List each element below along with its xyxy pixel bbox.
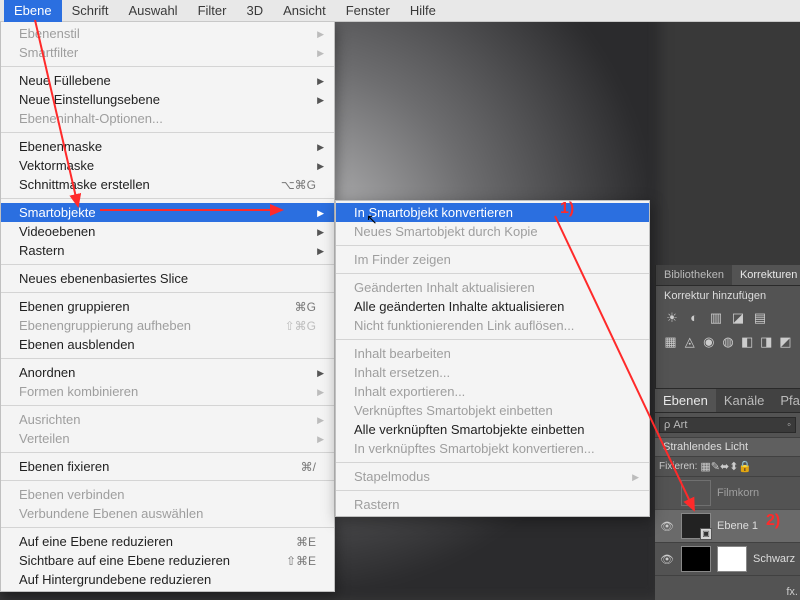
- menu-item: Ausrichten: [1, 410, 334, 429]
- submenu-item: Stapelmodus: [336, 467, 649, 486]
- annotation-2: 2): [766, 512, 780, 530]
- lock-icon[interactable]: ▦: [700, 461, 710, 473]
- menu-item: Ebeneninhalt-Optionen...: [1, 109, 334, 128]
- menu-item[interactable]: Videoebenen: [1, 222, 334, 241]
- submenu-item: Inhalt bearbeiten: [336, 344, 649, 363]
- adjustment-icon[interactable]: ▦: [664, 334, 677, 350]
- adjustment-icon[interactable]: ◍: [721, 334, 734, 350]
- layer-name: Filmkorn: [717, 487, 759, 499]
- smartobject-badge: ▣: [700, 528, 712, 540]
- menu-item: Ebenengruppierung aufheben⇧⌘G: [1, 316, 334, 335]
- mouse-cursor: ↖: [366, 211, 378, 228]
- layer-filter-label: Art: [673, 419, 687, 431]
- tab-ebenen[interactable]: Ebenen: [655, 389, 716, 412]
- layer-filter[interactable]: ρ Art ◦: [659, 417, 796, 433]
- adjustment-icon[interactable]: ◧: [741, 334, 754, 350]
- menu-item[interactable]: Ebenenmaske: [1, 137, 334, 156]
- submenu-item: Im Finder zeigen: [336, 250, 649, 269]
- menu-ebene-dropdown: EbenenstilSmartfilter Neue FüllebeneNeue …: [0, 22, 335, 592]
- layer-name: Schwarz: [753, 553, 795, 565]
- adjustment-icon[interactable]: ◩: [779, 334, 792, 350]
- menu-item[interactable]: Rastern: [1, 241, 334, 260]
- menu-ebene[interactable]: Ebene: [4, 0, 62, 22]
- menu-item[interactable]: Schnittmaske erstellen⌥⌘G: [1, 175, 334, 194]
- adjustment-icon[interactable]: ◨: [760, 334, 773, 350]
- layer-fx-icon[interactable]: fx.: [786, 586, 798, 598]
- layer-thumbnail: [681, 480, 711, 506]
- menubar: EbeneSchriftAuswahlFilter3DAnsichtFenste…: [0, 0, 800, 22]
- submenu-item: Neues Smartobjekt durch Kopie: [336, 222, 649, 241]
- menu-item[interactable]: Ebenen gruppieren⌘G: [1, 297, 334, 316]
- layer-row-hidden[interactable]: Filmkorn: [655, 477, 800, 510]
- menu-item[interactable]: Sichtbare auf eine Ebene reduzieren⇧⌘E: [1, 551, 334, 570]
- layer-mask-thumbnail: [717, 546, 747, 572]
- adjustment-icon[interactable]: ◪: [730, 310, 746, 326]
- layer-name: Ebene 1: [717, 520, 758, 532]
- submenu-item: Rastern: [336, 495, 649, 514]
- menu-item: Verbundene Ebenen auswählen: [1, 504, 334, 523]
- menu-item: Verteilen: [1, 429, 334, 448]
- menu-item: Ebenen verbinden: [1, 485, 334, 504]
- submenu-item: Inhalt exportieren...: [336, 382, 649, 401]
- menu-item[interactable]: Anordnen: [1, 363, 334, 382]
- menu-item[interactable]: Smartobjekte: [1, 203, 334, 222]
- adjustment-icon[interactable]: ▥: [708, 310, 724, 326]
- menu-filter[interactable]: Filter: [188, 0, 237, 22]
- lock-label: Fixieren:: [659, 461, 697, 472]
- menu-item: Smartfilter: [1, 43, 334, 62]
- lock-icon[interactable]: ⬌: [720, 461, 729, 473]
- submenu-item: Verknüpftes Smartobjekt einbetten: [336, 401, 649, 420]
- menu-fenster[interactable]: Fenster: [336, 0, 400, 22]
- lock-icon[interactable]: 🔒: [738, 461, 752, 473]
- menu-item[interactable]: Auf eine Ebene reduzieren⌘E: [1, 532, 334, 551]
- layer-group[interactable]: Strahlendes Licht: [655, 437, 800, 457]
- menu-item[interactable]: Vektormaske: [1, 156, 334, 175]
- layer-thumbnail: [681, 546, 711, 572]
- layers-panel: Ebenen Kanäle Pfade ρ Art ◦ Strahlendes …: [655, 388, 800, 600]
- menu-item[interactable]: Auf Hintergrundebene reduzieren: [1, 570, 334, 589]
- tab-kanaele[interactable]: Kanäle: [716, 389, 772, 412]
- menu-item: Formen kombinieren: [1, 382, 334, 401]
- submenu-item[interactable]: Alle geänderten Inhalte aktualisieren: [336, 297, 649, 316]
- layer-thumbnail: ▣: [681, 513, 711, 539]
- tab-korrekturen[interactable]: Korrekturen: [732, 265, 800, 285]
- adjustment-icon[interactable]: ◐: [686, 310, 702, 326]
- submenu-item: Nicht funktionierenden Link auflösen...: [336, 316, 649, 335]
- adjust-row-1[interactable]: ☀ ◐ ▥ ◪ ▤: [656, 306, 800, 330]
- menu-auswahl[interactable]: Auswahl: [118, 0, 187, 22]
- submenu-smartobjekte: In Smartobjekt konvertierenNeues Smartob…: [335, 200, 650, 517]
- adjustment-icon[interactable]: ☀: [664, 310, 680, 326]
- adjustment-icon[interactable]: ◉: [702, 334, 715, 350]
- menu-3d[interactable]: 3D: [236, 0, 273, 22]
- lock-controls[interactable]: Fixieren: ▦✎⬌⬍🔒: [655, 457, 800, 477]
- menu-item[interactable]: Ebenen fixieren⌘/: [1, 457, 334, 476]
- visibility-toggle[interactable]: 👁: [659, 520, 675, 533]
- adjustment-icon[interactable]: ▤: [752, 310, 768, 326]
- layer-row[interactable]: 👁 Schwarz: [655, 543, 800, 576]
- menu-item[interactable]: Neue Füllebene: [1, 71, 334, 90]
- tab-pfade[interactable]: Pfade: [772, 389, 800, 412]
- annotation-1: 1): [560, 200, 574, 218]
- tab-bibliotheken[interactable]: Bibliotheken: [656, 265, 732, 285]
- menu-ansicht[interactable]: Ansicht: [273, 0, 336, 22]
- visibility-toggle[interactable]: 👁: [659, 553, 675, 566]
- menu-hilfe[interactable]: Hilfe: [400, 0, 446, 22]
- menu-schrift[interactable]: Schrift: [62, 0, 119, 22]
- adjustments-subtitle: Korrektur hinzufügen: [656, 286, 800, 306]
- submenu-item[interactable]: Alle verknüpften Smartobjekte einbetten: [336, 420, 649, 439]
- submenu-item: In verknüpftes Smartobjekt konvertieren.…: [336, 439, 649, 458]
- submenu-item: Inhalt ersetzen...: [336, 363, 649, 382]
- adjustment-icon[interactable]: ◬: [683, 334, 696, 350]
- submenu-item: Geänderten Inhalt aktualisieren: [336, 278, 649, 297]
- menu-item[interactable]: Neues ebenenbasiertes Slice: [1, 269, 334, 288]
- adjust-row-2[interactable]: ▦ ◬ ◉ ◍ ◧ ◨ ◩: [656, 330, 800, 354]
- menu-item[interactable]: Neue Einstellungsebene: [1, 90, 334, 109]
- menu-item: Ebenenstil: [1, 24, 334, 43]
- menu-item[interactable]: Ebenen ausblenden: [1, 335, 334, 354]
- submenu-item[interactable]: In Smartobjekt konvertieren: [336, 203, 649, 222]
- lock-icon[interactable]: ✎: [711, 461, 720, 473]
